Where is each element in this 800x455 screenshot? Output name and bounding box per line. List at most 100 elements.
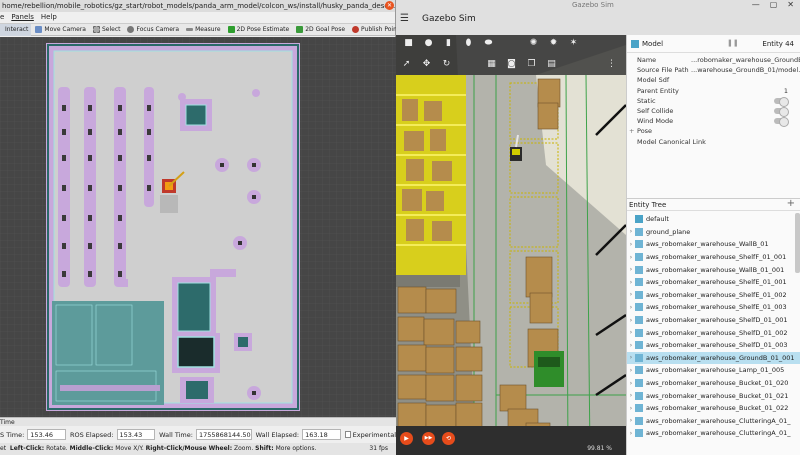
- close-button[interactable]: ✕: [787, 0, 794, 9]
- tool-measure[interactable]: Measure: [183, 24, 224, 36]
- capsule-icon[interactable]: ⬮: [463, 38, 474, 49]
- rviz-window-title: home/rebellion/mobile_robotics/gz_start/…: [2, 2, 395, 10]
- expand-arrow-icon[interactable]: ›: [627, 380, 635, 387]
- component-inspector-panel: Model ❚❚ Entity 44 Name ...robomaker_ware…: [626, 35, 800, 455]
- expand-arrow-icon[interactable]: ›: [627, 317, 635, 324]
- tree-item[interactable]: › aws_robomaker_warehouse_ClutteringA_01_: [627, 427, 800, 440]
- component-inspector-header: Model ❚❚ Entity 44: [627, 35, 800, 53]
- expand-arrow-icon[interactable]: ›: [627, 430, 635, 437]
- rviz-toolbar: Interact Move Camera Select Focus Camera…: [0, 23, 399, 36]
- tool-select[interactable]: Select: [90, 24, 124, 36]
- tool-2d-goal-pose[interactable]: 2D Goal Pose: [293, 24, 348, 36]
- expand-arrow-icon[interactable]: ›: [627, 329, 635, 336]
- tool-interact[interactable]: Interact: [0, 23, 32, 36]
- camera-icon[interactable]: ◙: [506, 59, 517, 70]
- rviz-close-button[interactable]: ✕: [385, 1, 394, 10]
- add-entity-icon[interactable]: +: [787, 198, 795, 210]
- tree-item[interactable]: › aws_robomaker_warehouse_WallB_01_001: [627, 263, 800, 276]
- expand-arrow-icon[interactable]: ›: [627, 405, 635, 412]
- prop-model-sdf: Model Sdf: [637, 76, 670, 85]
- maximize-button[interactable]: ▢: [770, 0, 778, 9]
- tree-item[interactable]: › aws_robomaker_warehouse_ShelfD_01_001: [627, 314, 800, 327]
- menu-help[interactable]: Help: [41, 12, 57, 23]
- expand-arrow-icon[interactable]: ›: [627, 266, 635, 273]
- tool-publish-point[interactable]: Publish Point: [349, 24, 402, 36]
- component-rows: Name...robomaker_warehouse_GroundB_01_00…: [627, 53, 800, 147]
- sphere-icon[interactable]: ●: [423, 38, 434, 49]
- rviz-window: home/rebellion/mobile_robotics/gz_start/…: [0, 0, 399, 455]
- prop-static: Static: [627, 96, 800, 107]
- tree-item[interactable]: › aws_robomaker_warehouse_Lamp_01_005: [627, 364, 800, 377]
- status-prefix: et: [0, 445, 7, 452]
- box-icon[interactable]: ■: [403, 38, 414, 49]
- tree-item[interactable]: › aws_robomaker_warehouse_Bucket_01_022: [627, 402, 800, 415]
- expand-arrow-icon[interactable]: ›: [627, 304, 635, 311]
- wind-mode-toggle[interactable]: [774, 117, 789, 128]
- entity-tree-scrollbar[interactable]: [795, 213, 800, 273]
- tool-2d-pose-estimate[interactable]: 2D Pose Estimate: [225, 24, 293, 36]
- tree-item[interactable]: › aws_robomaker_warehouse_Bucket_01_021: [627, 389, 800, 402]
- expand-arrow-icon[interactable]: ›: [627, 254, 635, 261]
- tree-item[interactable]: › aws_robomaker_warehouse_ShelfF_01_001: [627, 251, 800, 264]
- sun-icon[interactable]: ✺: [528, 38, 539, 49]
- expand-arrow-icon[interactable]: ›: [627, 417, 635, 424]
- tree-item[interactable]: › aws_robomaker_warehouse_ShelfD_01_002: [627, 326, 800, 339]
- tree-item[interactable]: › aws_robomaker_warehouse_Bucket_01_020: [627, 377, 800, 390]
- minimize-button[interactable]: —: [752, 0, 760, 9]
- expand-arrow-icon[interactable]: ›: [627, 279, 635, 286]
- cylinder-icon[interactable]: ▮: [443, 38, 454, 49]
- play-button[interactable]: ▶: [400, 432, 413, 445]
- select-icon[interactable]: ➚: [401, 59, 412, 70]
- expand-arrow-icon[interactable]: ›: [627, 291, 635, 298]
- model-icon: [635, 341, 643, 350]
- static-toggle[interactable]: [774, 96, 789, 107]
- tree-item[interactable]: › aws_robomaker_warehouse_ShelfE_01_002: [627, 289, 800, 302]
- tree-item[interactable]: › aws_robomaker_warehouse_ShelfE_01_003: [627, 301, 800, 314]
- hamburger-menu-icon[interactable]: ☰: [400, 13, 409, 24]
- expand-arrow-icon[interactable]: ›: [627, 367, 635, 374]
- model-icon: [635, 278, 643, 287]
- tree-item-selected[interactable]: › aws_robomaker_warehouse_GroundB_01_001: [627, 351, 800, 365]
- tree-item-world[interactable]: default: [627, 213, 800, 226]
- self-collide-toggle[interactable]: [774, 106, 789, 117]
- point-light-icon[interactable]: ✶: [568, 38, 579, 49]
- tree-item[interactable]: › aws_robomaker_warehouse_ShelfD_01_003: [627, 339, 800, 352]
- experimental-checkbox[interactable]: [344, 431, 351, 438]
- rotate-icon[interactable]: ↻: [441, 59, 452, 70]
- reset-button[interactable]: ⟲: [442, 432, 455, 445]
- tree-item[interactable]: › aws_robomaker_warehouse_WallB_01: [627, 238, 800, 251]
- tree-item[interactable]: › aws_robomaker_warehouse_ClutteringA_01_: [627, 415, 800, 428]
- ros-elapsed-field: 153.43: [116, 429, 156, 440]
- expand-arrow-icon[interactable]: ›: [627, 392, 635, 399]
- prop-pose[interactable]: + Pose: [627, 126, 800, 136]
- translate-icon[interactable]: ✥: [421, 59, 432, 70]
- rviz-menu-bar: e Panels Help: [0, 12, 395, 23]
- prop-self-collide: Self Collide: [627, 106, 800, 117]
- grid-icon[interactable]: ▦: [486, 59, 497, 70]
- tree-item[interactable]: › ground_plane: [627, 226, 800, 239]
- focus-camera-icon: [127, 26, 135, 33]
- prop-model-canonical-link: Model Canonical Link: [637, 137, 706, 146]
- model-icon: [635, 316, 643, 325]
- pause-icon[interactable]: ❚❚: [727, 39, 739, 47]
- tool-move-camera[interactable]: Move Camera: [32, 24, 89, 36]
- rviz-3d-view[interactable]: [0, 37, 396, 417]
- gazebo-3d-scene[interactable]: [396, 35, 626, 455]
- expand-arrow-icon[interactable]: ›: [627, 354, 635, 361]
- tool-focus-camera[interactable]: Focus Camera: [124, 24, 182, 36]
- expand-arrow-icon[interactable]: ›: [627, 241, 635, 248]
- ros-time-label: S Time:: [0, 430, 25, 439]
- more-icon[interactable]: ⋮: [606, 59, 617, 70]
- expand-arrow-icon[interactable]: ›: [627, 228, 635, 235]
- copy-icon[interactable]: ❐: [526, 59, 537, 70]
- expand-arrow-icon[interactable]: ›: [627, 342, 635, 349]
- paste-icon[interactable]: ▤: [546, 59, 557, 70]
- tree-item[interactable]: › aws_robomaker_warehouse_ShelfE_01_001: [627, 276, 800, 289]
- menu-file-fragment[interactable]: e: [0, 12, 4, 23]
- ros-elapsed-label: ROS Elapsed:: [69, 430, 114, 439]
- step-button[interactable]: ▶▶: [422, 432, 435, 445]
- publish-point-icon: [352, 26, 360, 33]
- menu-panels[interactable]: Panels: [11, 12, 34, 23]
- ellipsoid-icon[interactable]: ⬬: [483, 38, 494, 49]
- spot-light-icon[interactable]: ✹: [548, 38, 559, 49]
